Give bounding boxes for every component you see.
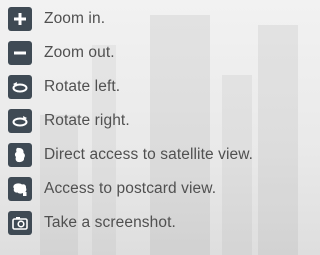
legend-label: Rotate right. (44, 112, 130, 129)
zoom-in-icon (8, 7, 32, 31)
rotate-left-icon (8, 75, 32, 99)
zoom-out-icon (8, 41, 32, 65)
legend-row-satellite-view: Direct access to satellite view. (8, 138, 253, 172)
legend-row-zoom-out: Zoom out. (8, 36, 253, 70)
legend-label: Take a screenshot. (44, 214, 176, 231)
legend-row-postcard-view: Access to postcard view. (8, 172, 253, 206)
legend-label: Zoom out. (44, 44, 115, 61)
legend-label: Rotate left. (44, 78, 121, 95)
legend-row-zoom-in: Zoom in. (8, 2, 253, 36)
satellite-view-icon (8, 143, 32, 167)
legend-row-rotate-left: Rotate left. (8, 70, 253, 104)
camera-icon (8, 211, 32, 235)
rotate-right-icon (8, 109, 32, 133)
legend-label: Direct access to satellite view. (44, 146, 254, 163)
legend-label: Access to postcard view. (44, 180, 217, 197)
postcard-view-icon (8, 177, 32, 201)
legend-row-rotate-right: Rotate right. (8, 104, 253, 138)
legend-row-screenshot: Take a screenshot. (8, 206, 253, 240)
legend-label: Zoom in. (44, 10, 106, 27)
building-silhouette (258, 25, 298, 255)
controls-legend: Zoom in. Zoom out. Rotate left. Rotate r… (8, 2, 253, 240)
